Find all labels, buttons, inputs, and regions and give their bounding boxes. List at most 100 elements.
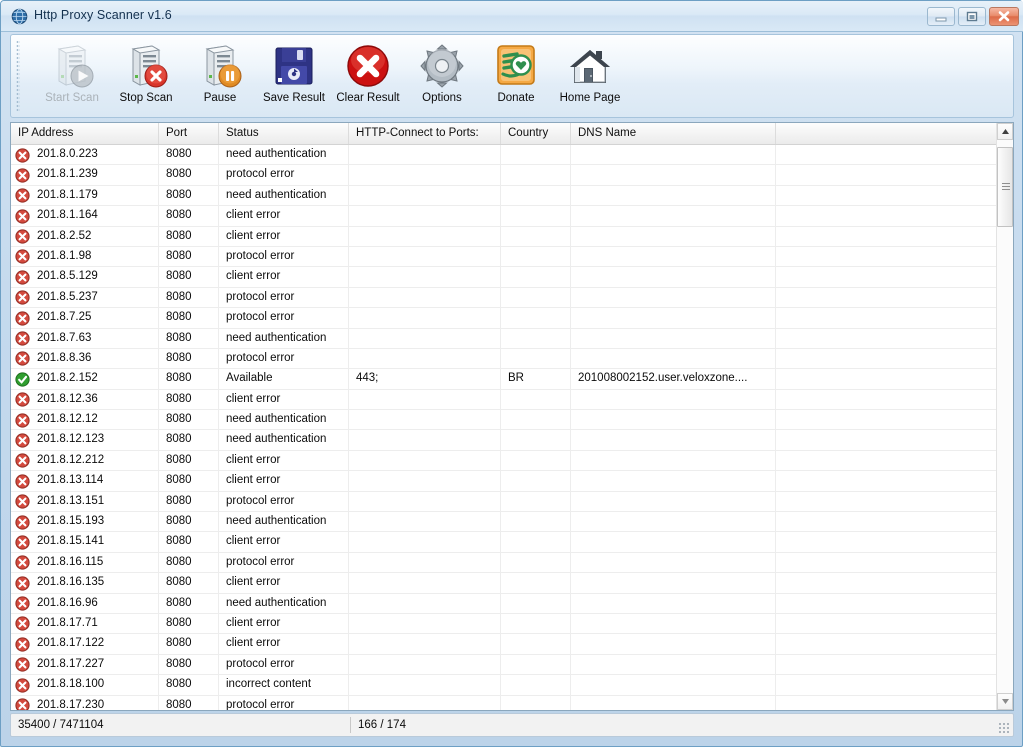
table-row[interactable]: 201.8.16.115 8080 protocol error <box>11 552 996 574</box>
table-row[interactable]: 201.8.12.12 8080 need authentication <box>11 410 996 431</box>
start-scan-button[interactable]: Start Scan <box>33 38 111 114</box>
save-result-button[interactable]: Save Result <box>255 38 333 114</box>
cell-status: need authentication <box>219 145 349 165</box>
table-row[interactable]: 201.8.12.212 8080 client error <box>11 450 996 472</box>
cell-extra <box>776 655 996 674</box>
cell-ports <box>349 552 501 573</box>
cell-country <box>501 206 571 226</box>
cell-extra <box>776 165 996 184</box>
cell-dns <box>571 532 776 552</box>
cell-status: client error <box>219 613 349 634</box>
minimize-button[interactable] <box>927 7 955 26</box>
cell-ip: 201.8.7.25 <box>11 308 159 328</box>
server-play-icon <box>33 40 111 92</box>
table-row[interactable]: 201.8.17.230 8080 protocol error <box>11 695 996 710</box>
window-title: Http Proxy Scanner v1.6 <box>34 8 172 22</box>
cell-ip: 201.8.16.135 <box>11 573 159 593</box>
maximize-button[interactable] <box>958 7 986 26</box>
table-row[interactable]: 201.8.0.223 8080 need authentication <box>11 145 996 166</box>
cell-extra <box>776 329 996 348</box>
cell-ports <box>349 512 501 532</box>
table-row[interactable]: 201.8.16.96 8080 need authentication <box>11 593 996 614</box>
cell-port: 8080 <box>159 185 219 206</box>
cell-status: protocol error <box>219 308 349 328</box>
table-row[interactable]: 201.8.7.63 8080 need authentication <box>11 328 996 349</box>
cell-ip: 201.8.17.71 <box>11 613 159 634</box>
cell-country <box>501 654 571 675</box>
cell-country <box>501 552 571 573</box>
home-page-button[interactable]: Home Page <box>551 38 629 114</box>
cell-country <box>501 430 571 450</box>
table-row[interactable]: 201.8.7.25 8080 protocol error <box>11 308 996 329</box>
table-row[interactable]: 201.8.17.71 8080 client error <box>11 613 996 635</box>
scroll-down-button[interactable] <box>997 693 1013 710</box>
pause-button[interactable]: Pause <box>181 38 259 114</box>
table-row[interactable]: 201.8.1.179 8080 need authentication <box>11 185 996 207</box>
table-row[interactable]: 201.8.13.114 8080 client error <box>11 471 996 492</box>
cell-extra <box>776 553 996 572</box>
cell-ip: 201.8.8.36 <box>11 348 159 369</box>
cell-dns <box>571 410 776 430</box>
table-row[interactable]: 201.8.2.152 8080 Available 443; BR 2010080021… <box>11 369 996 390</box>
cell-ports <box>349 287 501 308</box>
cell-dns <box>571 267 776 287</box>
cell-status: client error <box>219 206 349 226</box>
cell-ports <box>349 389 501 410</box>
table-row[interactable]: 201.8.5.237 8080 protocol error <box>11 287 996 309</box>
table-row[interactable]: 201.8.8.36 8080 protocol error <box>11 348 996 370</box>
table-row[interactable]: 201.8.17.227 8080 protocol error <box>11 654 996 676</box>
scrollbar-thumb[interactable] <box>997 147 1013 227</box>
table-row[interactable]: 201.8.12.36 8080 client error <box>11 389 996 411</box>
close-button[interactable] <box>989 7 1019 26</box>
table-row[interactable]: 201.8.15.193 8080 need authentication <box>11 512 996 533</box>
cell-ports <box>349 593 501 613</box>
cell-ports <box>349 145 501 165</box>
cell-ip: 201.8.13.151 <box>11 491 159 512</box>
cell-country <box>501 145 571 165</box>
vertical-scrollbar[interactable] <box>996 123 1013 710</box>
table-row[interactable]: 201.8.1.98 8080 protocol error <box>11 246 996 268</box>
donate-label: Donate <box>497 92 535 104</box>
scroll-up-button[interactable] <box>997 123 1013 140</box>
options-button[interactable]: Options <box>403 38 481 114</box>
stop-scan-button[interactable]: Stop Scan <box>107 38 185 114</box>
table-row[interactable]: 201.8.5.129 8080 client error <box>11 267 996 288</box>
cell-status: protocol error <box>219 165 349 185</box>
column-header-extra[interactable] <box>776 123 997 144</box>
cell-status: protocol error <box>219 654 349 675</box>
table-row[interactable]: 201.8.2.52 8080 client error <box>11 226 996 247</box>
table-row[interactable]: 201.8.18.100 8080 incorrect content <box>11 675 996 696</box>
table-row[interactable]: 201.8.17.122 8080 client error <box>11 634 996 655</box>
donate-button[interactable]: Donate <box>477 38 555 114</box>
table-row[interactable]: 201.8.16.135 8080 client error <box>11 573 996 594</box>
cell-country <box>501 226 571 246</box>
table-row[interactable]: 201.8.12.123 8080 need authentication <box>11 430 996 451</box>
cell-country <box>501 246 571 267</box>
cell-port: 8080 <box>159 634 219 654</box>
column-header-ip[interactable]: IP Address <box>11 123 159 144</box>
cell-country <box>501 491 571 512</box>
cell-port: 8080 <box>159 532 219 552</box>
cell-ports <box>349 267 501 287</box>
column-header-dns[interactable]: DNS Name <box>571 123 776 144</box>
column-header-status[interactable]: Status <box>219 123 349 144</box>
table-row[interactable]: 201.8.15.141 8080 client error <box>11 532 996 553</box>
cell-ip: 201.8.7.63 <box>11 328 159 348</box>
table-row[interactable]: 201.8.13.151 8080 protocol error <box>11 491 996 513</box>
column-header-country[interactable]: Country <box>501 123 571 144</box>
cell-ports <box>349 450 501 471</box>
cell-dns <box>571 695 776 710</box>
resize-grip[interactable] <box>998 722 1010 734</box>
table-row[interactable]: 201.8.1.164 8080 client error <box>11 206 996 227</box>
cell-dns <box>571 185 776 206</box>
cell-ports: 443; <box>349 369 501 389</box>
toolbar-grip[interactable] <box>16 40 20 112</box>
clear-result-label: Clear Result <box>336 92 400 104</box>
column-header-port[interactable]: Port <box>159 123 219 144</box>
clear-result-button[interactable]: Clear Result <box>329 38 407 114</box>
column-header-ports[interactable]: HTTP-Connect to Ports: <box>349 123 501 144</box>
cell-ports <box>349 532 501 552</box>
table-row[interactable]: 201.8.1.239 8080 protocol error <box>11 165 996 186</box>
cell-country <box>501 185 571 206</box>
cell-ports <box>349 573 501 593</box>
